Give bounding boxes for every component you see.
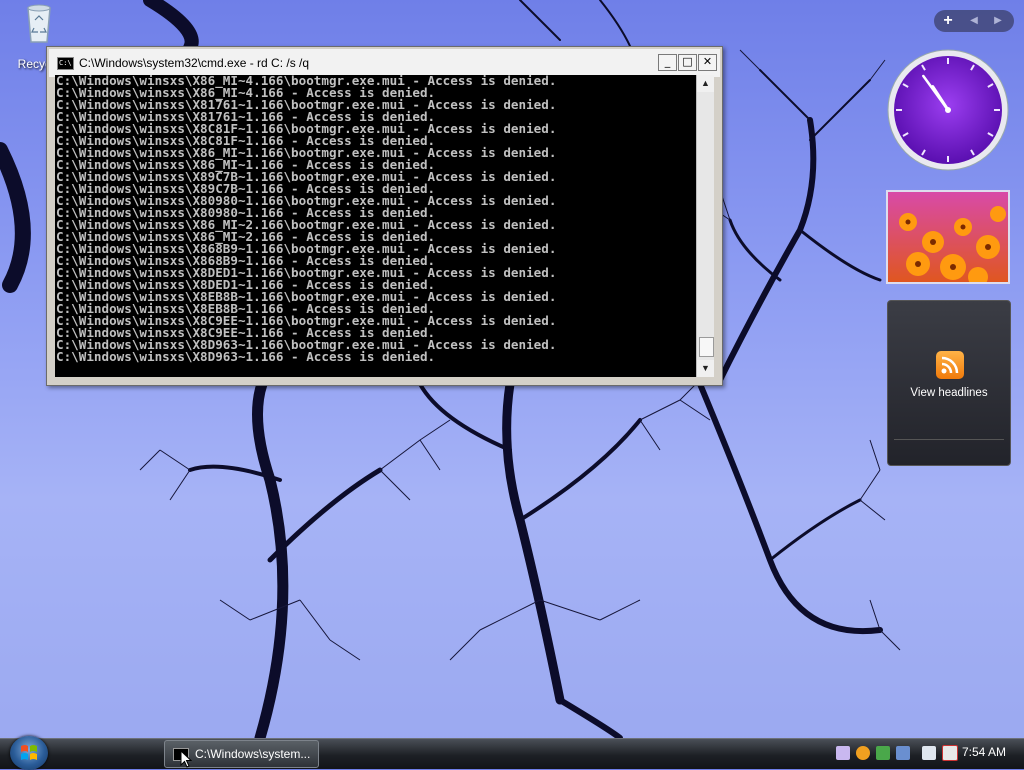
add-gadget-button[interactable]: + — [934, 11, 962, 31]
system-tray — [836, 742, 964, 764]
recycle-bin-icon — [27, 4, 51, 43]
scroll-down-icon[interactable]: ▼ — [697, 360, 714, 377]
update-icon[interactable] — [876, 746, 890, 760]
minimize-button[interactable]: _ — [658, 54, 677, 71]
windows-logo-icon — [21, 745, 37, 760]
vertical-scrollbar[interactable]: ▲ ▼ — [696, 75, 714, 377]
network-icon[interactable] — [836, 746, 850, 760]
taskbar-cmd-label: C:\Windows\system... — [195, 747, 311, 761]
mouse-cursor-icon — [180, 750, 192, 768]
volume-muted-icon[interactable] — [942, 745, 958, 761]
chevron-left-icon[interactable]: ◀ — [962, 11, 986, 31]
windows-defender-icon[interactable] — [896, 746, 910, 760]
cmd-icon: C:\ — [57, 56, 74, 70]
taskbar-clock[interactable]: 7:54 AM — [962, 745, 1006, 759]
sidebar-controls: + ◀ ▶ — [934, 10, 1014, 32]
feed-headlines-gadget[interactable]: View headlines — [887, 300, 1011, 466]
monitor-icon[interactable] — [922, 746, 936, 760]
flower-photo — [888, 192, 1008, 282]
window-title: C:\Windows\system32\cmd.exe - rd C: /s /… — [79, 56, 310, 70]
maximize-button[interactable]: □ — [678, 54, 697, 71]
feed-divider — [894, 439, 1004, 440]
scroll-up-icon[interactable]: ▲ — [697, 75, 714, 92]
console-output[interactable]: C:\Windows\winsxs\X86_MI~4.166\bootmgr.e… — [55, 75, 696, 377]
console-line: C:\Windows\winsxs\X8D963~1.166 - Access … — [56, 349, 436, 364]
start-button[interactable] — [10, 736, 48, 770]
view-headlines-link[interactable]: View headlines — [888, 387, 1010, 399]
scroll-thumb[interactable] — [699, 337, 714, 357]
rss-feed-icon — [936, 351, 964, 379]
chevron-right-icon[interactable]: ▶ — [986, 11, 1010, 31]
cmd-window[interactable]: C:\ C:\Windows\system32\cmd.exe - rd C: … — [46, 46, 723, 386]
slideshow-gadget[interactable] — [886, 190, 1010, 284]
cmd-titlebar[interactable]: C:\ C:\Windows\system32\cmd.exe - rd C: … — [49, 49, 720, 77]
security-alert-icon[interactable] — [856, 746, 870, 760]
window-controls: _ □ ✕ — [658, 54, 717, 71]
close-button[interactable]: ✕ — [698, 54, 717, 71]
clock-gadget[interactable] — [886, 48, 1010, 172]
